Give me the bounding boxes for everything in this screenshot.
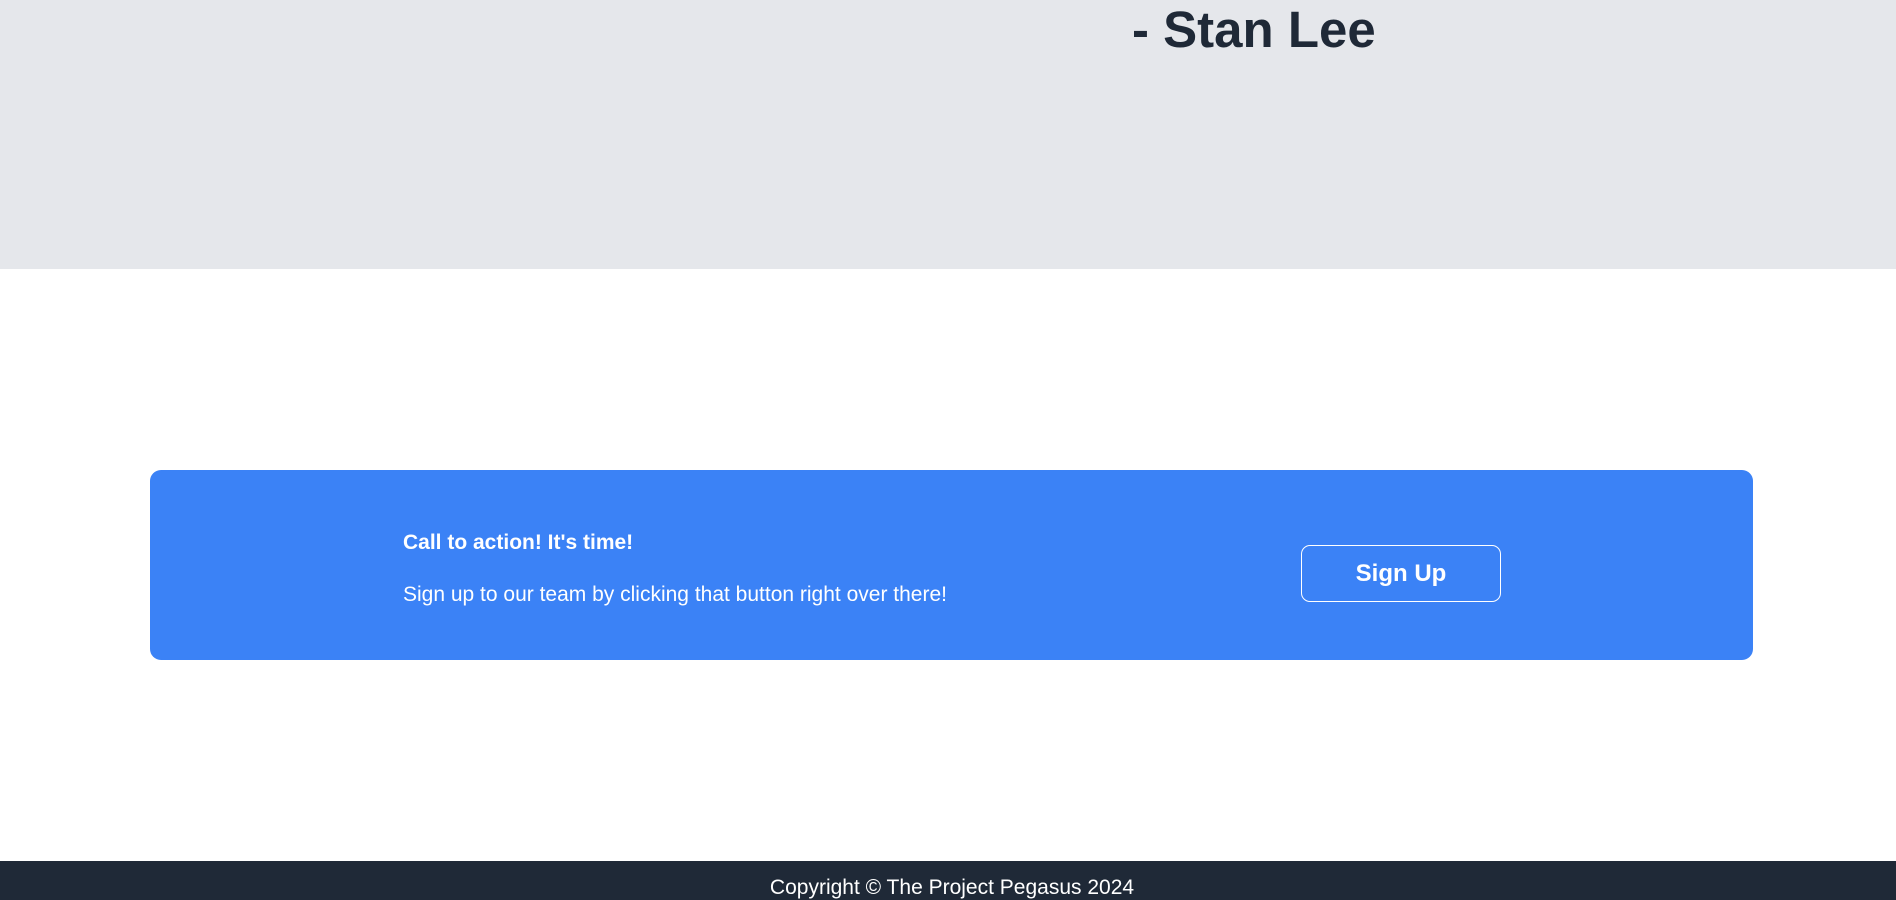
footer-copyright: Copyright © The Project Pegasus 2024 [769, 876, 1135, 899]
quote-author: - Stan Lee [1132, 1, 1376, 58]
call-to-action-banner: Call to action! It's time! Sign up to ou… [150, 470, 1753, 660]
cta-heading: Call to action! It's time! [403, 531, 634, 554]
quote-section: - Stan Lee [0, 0, 1896, 269]
sign-up-button[interactable]: Sign Up [1301, 545, 1501, 602]
page: - Stan Lee Call to action! It's time! Si… [0, 0, 1896, 900]
footer: Copyright © The Project Pegasus 2024 [0, 861, 1896, 900]
cta-description: Sign up to our team by clicking that but… [403, 583, 947, 606]
